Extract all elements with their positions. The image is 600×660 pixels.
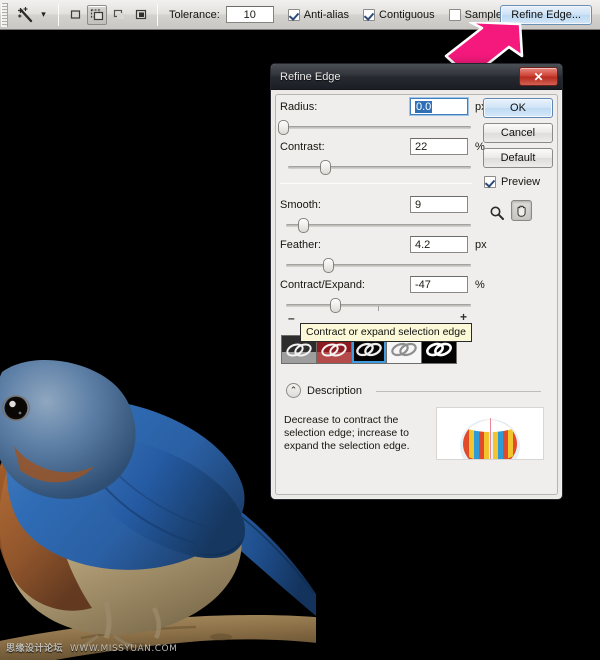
default-button[interactable]: Default bbox=[483, 148, 553, 168]
balloon-preview-thumbnail bbox=[436, 407, 544, 460]
dialog-body: Radius: 0.0 px Contrast: 22 % Smooth: 9 … bbox=[275, 94, 558, 495]
options-bar-grip[interactable] bbox=[1, 3, 8, 27]
contract-expand-input[interactable]: -47 bbox=[410, 276, 468, 293]
dialog-title: Refine Edge bbox=[280, 71, 341, 83]
anti-alias-checkbox[interactable] bbox=[288, 9, 300, 21]
feather-unit: px bbox=[475, 239, 487, 251]
hand-icon[interactable] bbox=[511, 200, 532, 221]
magnifier-icon[interactable] bbox=[486, 202, 507, 223]
radius-label: Radius: bbox=[280, 101, 317, 113]
close-icon[interactable]: ✕ bbox=[519, 67, 558, 86]
anti-alias-checkbox-row[interactable]: Anti-alias bbox=[288, 9, 349, 21]
preview-checkbox[interactable] bbox=[484, 176, 496, 188]
description-header[interactable]: ⌃ Description bbox=[286, 383, 362, 398]
dialog-drop-shadow bbox=[274, 500, 567, 508]
smooth-label: Smooth: bbox=[280, 199, 321, 211]
separator bbox=[58, 4, 59, 26]
tolerance-input[interactable]: 10 bbox=[226, 6, 274, 23]
contract-expand-label: Contract/Expand: bbox=[280, 279, 365, 291]
radius-input[interactable]: 0.0 bbox=[410, 98, 468, 115]
ok-button[interactable]: OK bbox=[483, 98, 553, 118]
feather-slider-track[interactable] bbox=[286, 264, 471, 267]
selection-mode-add[interactable] bbox=[87, 5, 107, 25]
smooth-input[interactable]: 9 bbox=[410, 196, 468, 213]
contract-expand-slider-thumb[interactable] bbox=[330, 298, 341, 313]
description-text: Decrease to contract the selection edge;… bbox=[284, 414, 424, 453]
contrast-input[interactable]: 22 bbox=[410, 138, 468, 155]
watermark-site-url: WWW.MISSYUAN.COM bbox=[70, 644, 177, 654]
separator-2 bbox=[157, 4, 158, 26]
tolerance-label: Tolerance: bbox=[169, 9, 220, 21]
contiguous-checkbox[interactable] bbox=[363, 9, 375, 21]
radius-slider-thumb[interactable] bbox=[278, 120, 289, 135]
smooth-slider-track[interactable] bbox=[286, 224, 471, 227]
watermark: 思缘设计论坛 WWW.MISSYUAN.COM bbox=[6, 641, 177, 654]
collapse-chevron-icon[interactable]: ⌃ bbox=[286, 383, 301, 398]
contrast-slider-track[interactable] bbox=[288, 166, 471, 169]
selection-mode-new[interactable] bbox=[65, 5, 85, 25]
description-title: Description bbox=[307, 385, 362, 397]
watermark-site-cn: 思缘设计论坛 bbox=[6, 644, 63, 654]
preview-label: Preview bbox=[501, 176, 540, 188]
sample-all-layers-checkbox[interactable] bbox=[449, 9, 461, 21]
contract-expand-center-tick bbox=[378, 306, 379, 311]
feather-input[interactable]: 4.2 bbox=[410, 236, 468, 253]
radius-slider-track[interactable] bbox=[281, 126, 471, 129]
contiguous-label: Contiguous bbox=[379, 9, 435, 21]
app-root: 思缘设计论坛 WWW.MISSYUAN.COM ▾ bbox=[0, 0, 600, 660]
active-tool-well[interactable]: ▾ bbox=[10, 3, 53, 27]
contrast-label: Contrast: bbox=[280, 141, 325, 153]
contiguous-checkbox-row[interactable]: Contiguous bbox=[363, 9, 435, 21]
options-bar: ▾ bbox=[0, 0, 600, 30]
contract-expand-tooltip: Contract or expand selection edge bbox=[300, 323, 472, 342]
contract-expand-unit: % bbox=[475, 279, 485, 291]
selection-mode-group bbox=[64, 5, 152, 25]
magic-wand-icon[interactable] bbox=[13, 3, 37, 27]
divider-1 bbox=[280, 183, 472, 184]
feather-label: Feather: bbox=[280, 239, 321, 251]
dialog-titlebar[interactable]: Refine Edge ✕ bbox=[271, 64, 562, 90]
bluebird-photo bbox=[0, 298, 316, 660]
refine-edge-dialog[interactable]: Refine Edge ✕ Radius: 0.0 px Contrast: 2… bbox=[270, 63, 563, 500]
description-rule bbox=[376, 391, 541, 392]
selection-mode-subtract[interactable] bbox=[109, 5, 129, 25]
contrast-slider-thumb[interactable] bbox=[320, 160, 331, 175]
smooth-slider-thumb[interactable] bbox=[298, 218, 309, 233]
refine-edge-button[interactable]: Refine Edge... bbox=[500, 5, 592, 25]
cancel-button[interactable]: Cancel bbox=[483, 123, 553, 143]
tool-preset-caret-icon[interactable]: ▾ bbox=[37, 4, 50, 26]
anti-alias-label: Anti-alias bbox=[304, 9, 349, 21]
contract-minus-icon[interactable]: – bbox=[288, 311, 295, 325]
contract-plus-icon[interactable]: + bbox=[460, 310, 467, 324]
selection-mode-intersect[interactable] bbox=[131, 5, 151, 25]
feather-slider-thumb[interactable] bbox=[323, 258, 334, 273]
preview-checkbox-row[interactable]: Preview bbox=[484, 176, 540, 188]
